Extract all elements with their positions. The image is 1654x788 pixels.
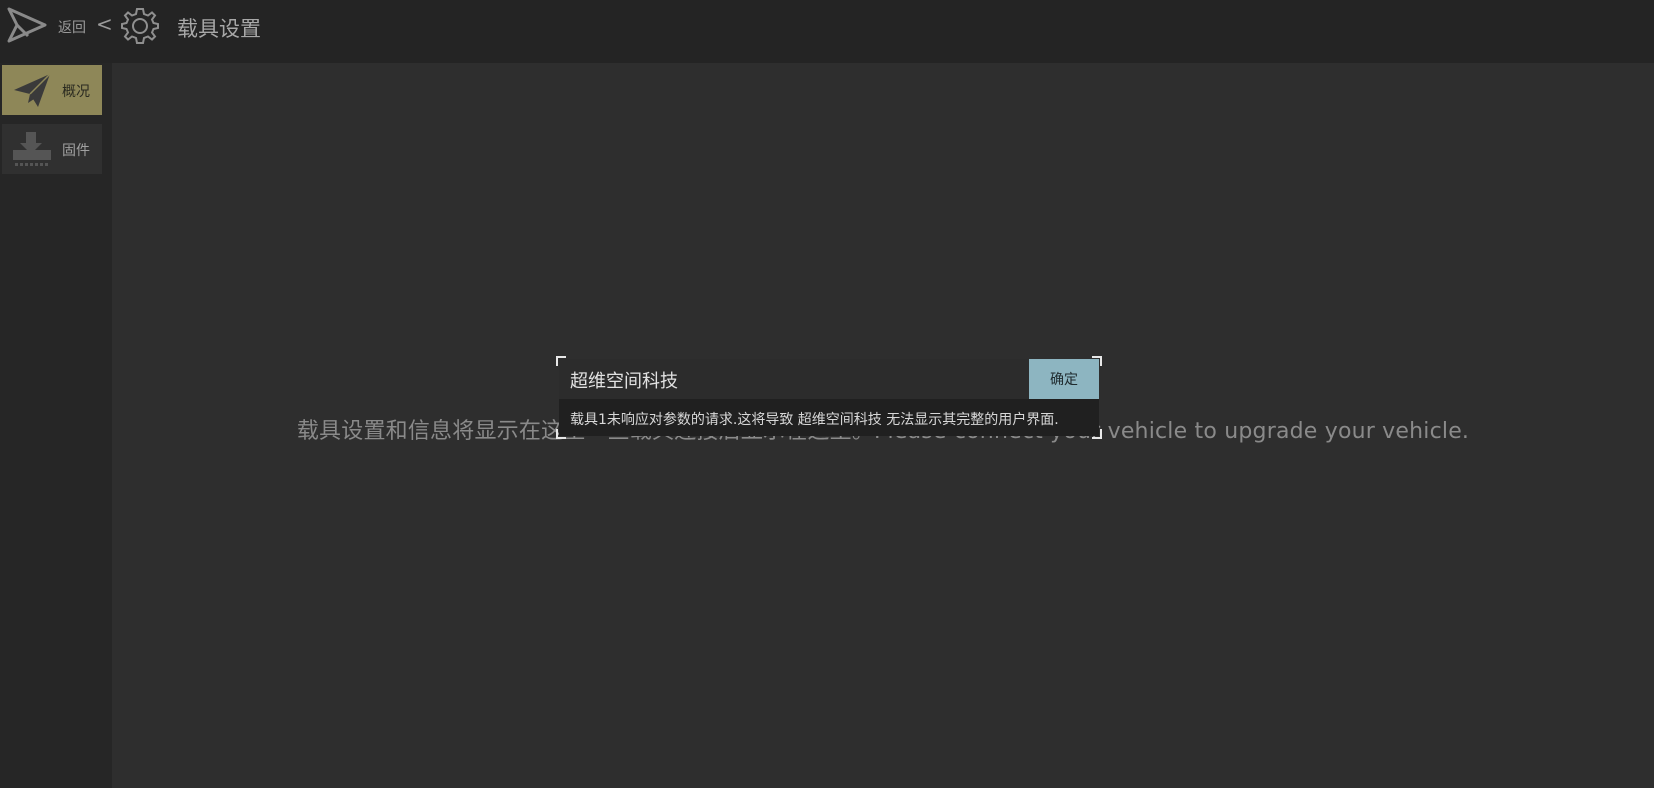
dialog-header: 超维空间科技 [559,359,1029,399]
top-toolbar: 返回 < 载具设置 [0,0,1654,63]
sidebar-item-firmware[interactable]: 固件 [2,124,102,174]
back-button[interactable]: 返回 [58,17,86,37]
gear-icon [121,8,159,44]
download-icon [13,132,51,166]
chevron-left-icon[interactable]: < [96,12,113,36]
ok-button[interactable]: 确定 [1029,359,1099,399]
sidebar: 概况 固件 [0,63,112,788]
parameter-error-dialog: 超维空间科技 确定 载具1未响应对参数的请求.这将导致 超维空间科技 无法显示其… [556,356,1102,439]
dialog-corner-marker [556,356,566,366]
paper-plane-icon [14,73,51,107]
sidebar-item-label: 固件 [62,143,90,159]
dialog-message: 载具1未响应对参数的请求.这将导致 超维空间科技 无法显示其完整的用户界面. [570,412,1059,428]
page-title: 载具设置 [177,17,261,41]
dialog-title: 超维空间科技 [570,371,678,392]
paper-plane-outline-icon[interactable] [6,6,48,48]
dialog-corner-marker [556,429,566,439]
dialog-corner-marker [1092,429,1102,439]
sidebar-item-overview[interactable]: 概况 [2,65,102,115]
sidebar-item-label: 概况 [62,84,90,100]
dialog-corner-marker [1092,356,1102,366]
